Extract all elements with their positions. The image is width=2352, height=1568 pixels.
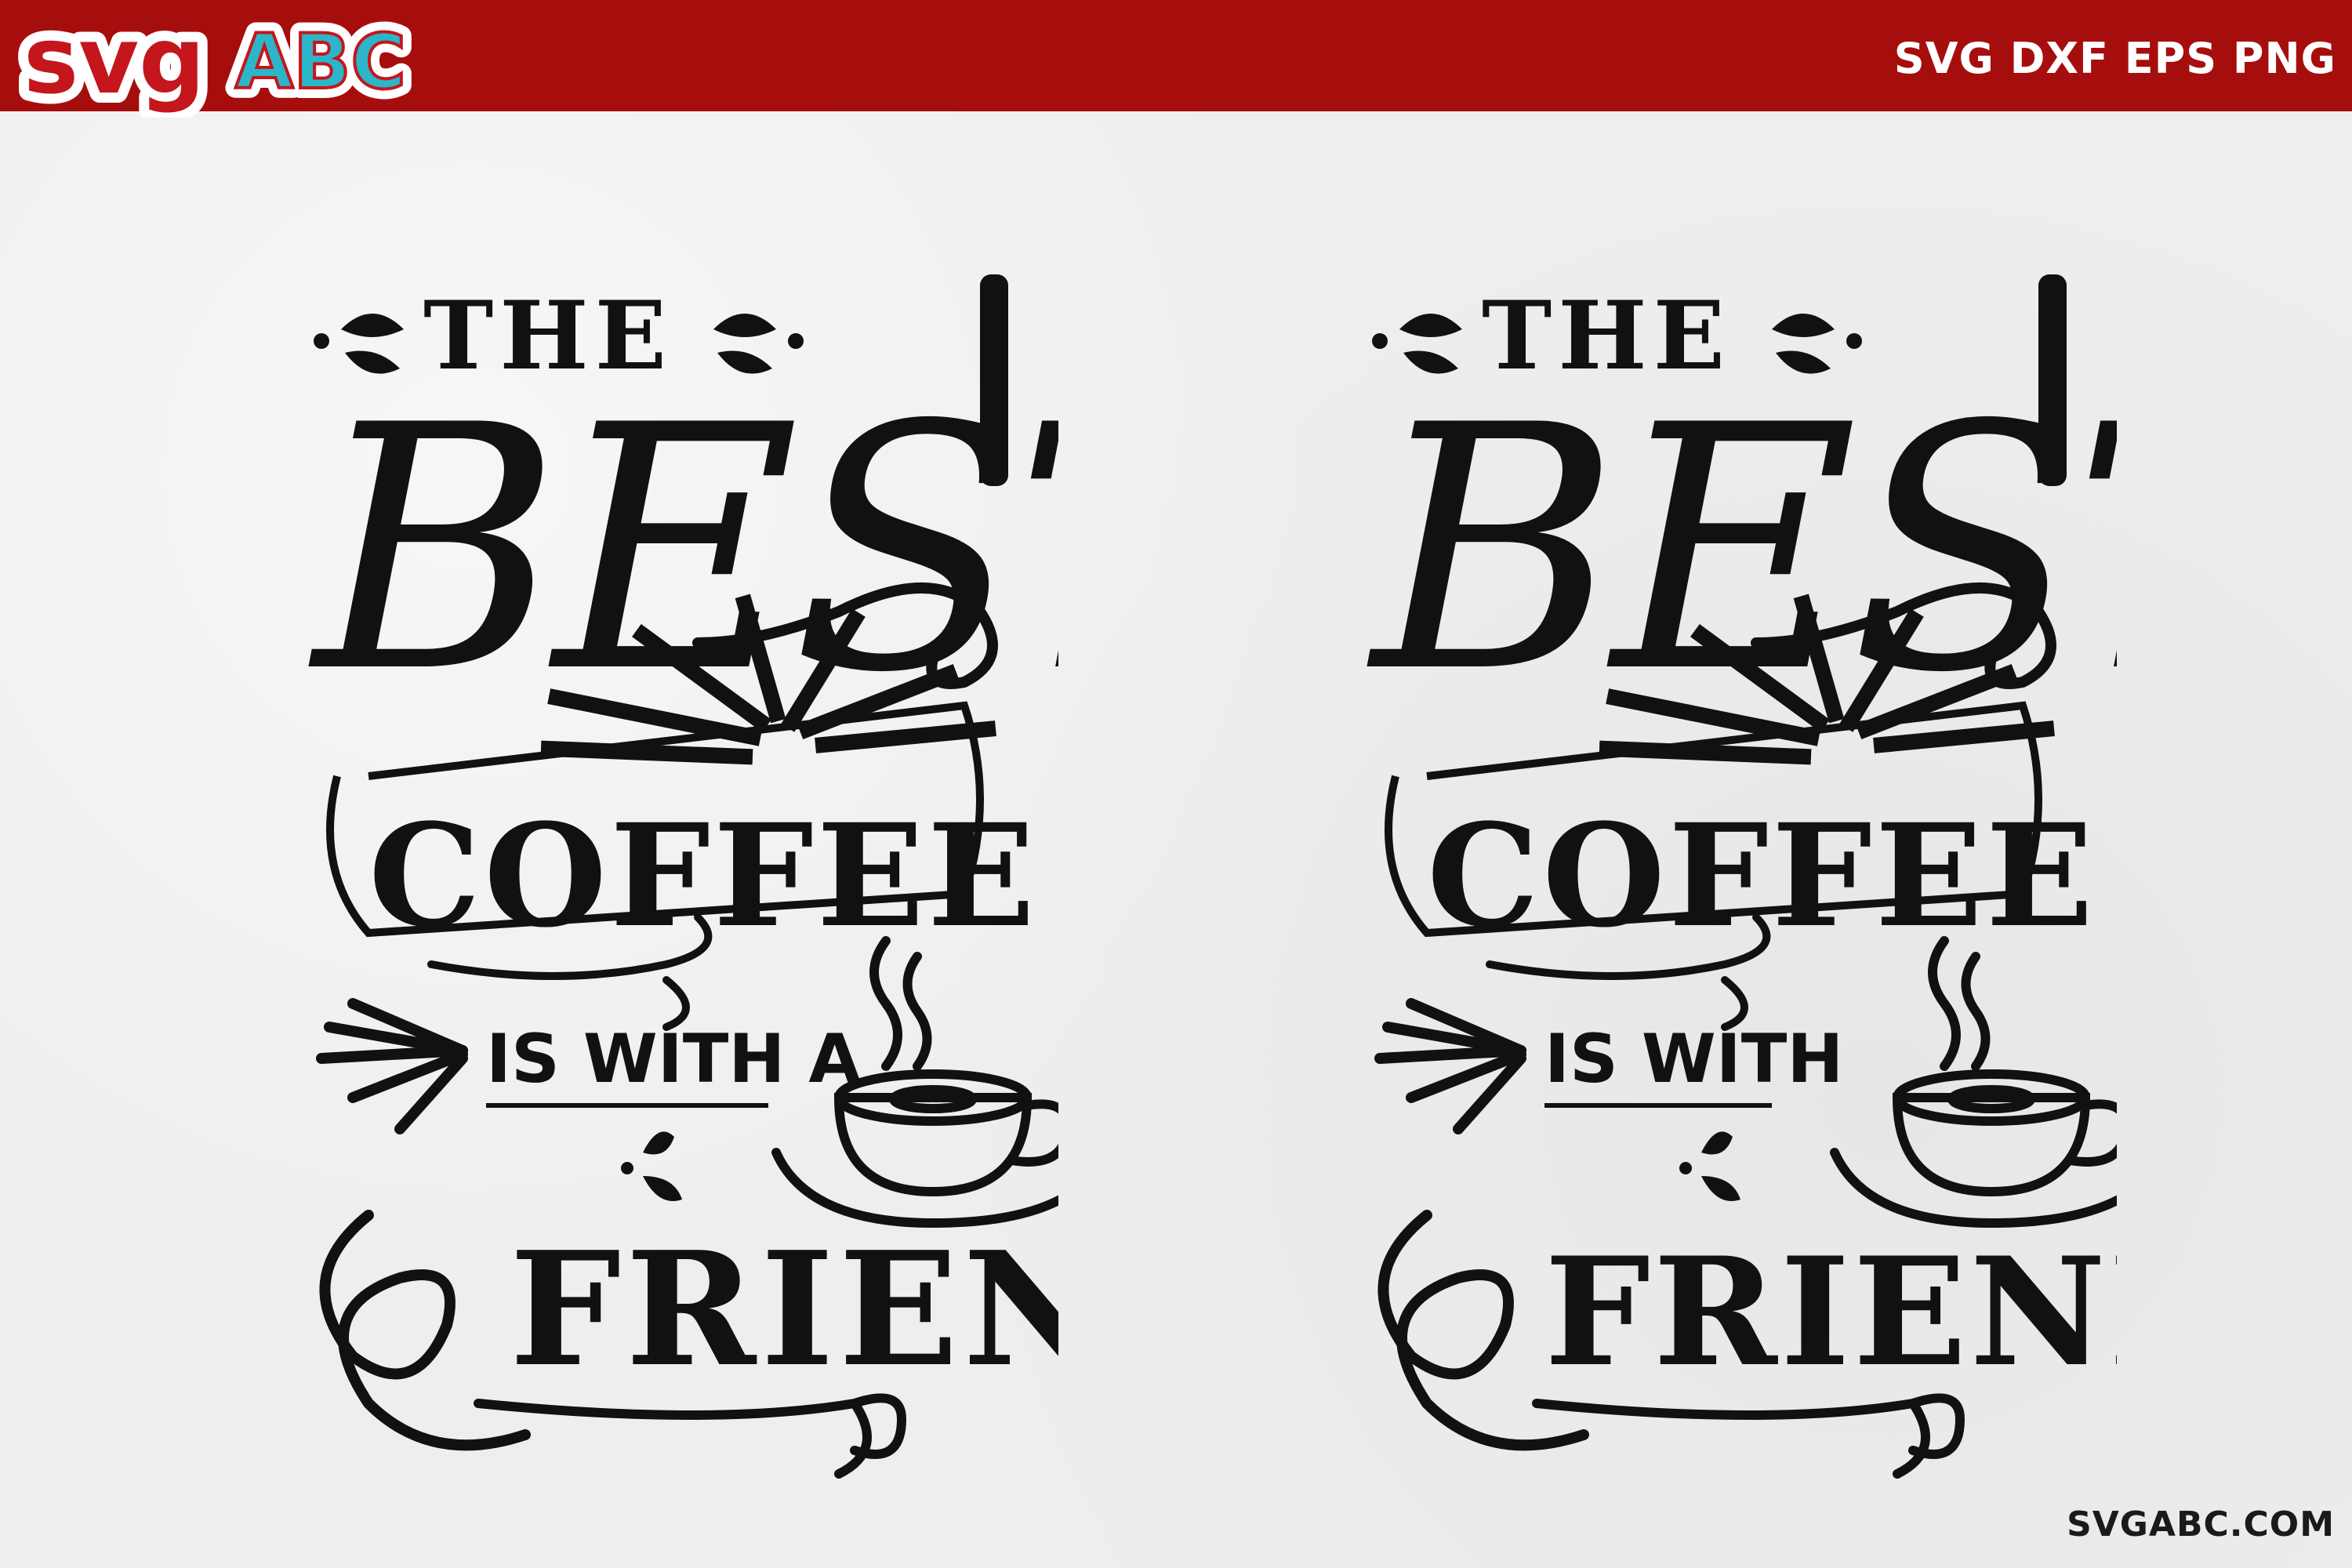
- logo-svg-text: svg: [24, 6, 205, 114]
- logo-abc-text: ABC: [235, 18, 406, 106]
- coffee-cup-icon: [1830, 936, 2117, 1229]
- arrow-rays: [316, 998, 468, 1134]
- text-is-with: IS WITH A: [486, 1020, 861, 1098]
- design-friend: THE BEST COFFEE: [274, 274, 1058, 1505]
- file-formats-label: SVG DXF EPS PNG: [1893, 34, 2336, 83]
- text-is-with: IS WITH: [1544, 1020, 1843, 1098]
- bottom-swirl: [474, 1393, 907, 1479]
- svgabc-logo[interactable]: svg ABC svg ABC: [0, 0, 439, 125]
- design-friends: THE BEST COFFEE IS WITH: [1333, 274, 2117, 1505]
- bottom-swirl: [1532, 1393, 1965, 1479]
- site-url-link[interactable]: SVGABC.COM: [2067, 1504, 2335, 1544]
- word-friends: FRIENDS: [1544, 1225, 2117, 1399]
- sparkle-ornament: [1679, 1131, 1740, 1201]
- friend-swash: [319, 1210, 531, 1451]
- arrow-rays: [1374, 998, 1526, 1134]
- word-friend: FRIEND: [510, 1218, 1058, 1402]
- word-coffee: COFFEE: [368, 793, 1038, 959]
- sparkle-ornament: [621, 1131, 682, 1201]
- word-coffee: COFFEE: [1427, 793, 2096, 959]
